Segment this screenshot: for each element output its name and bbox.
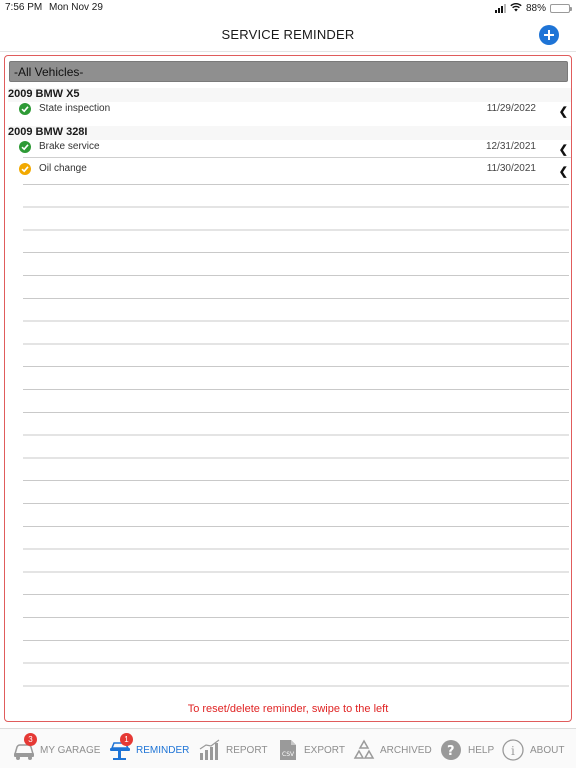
wifi-icon [510, 2, 522, 15]
notification-badge: 1 [120, 733, 133, 746]
nav-bar: SERVICE REMINDER [0, 16, 576, 52]
reminder-date: 11/30/2021 [486, 163, 536, 174]
svg-text:?: ? [447, 744, 455, 759]
check-circle-icon [19, 103, 31, 115]
check-circle-icon [19, 163, 31, 175]
vehicle-group-header: 2009 BMW 328I [8, 126, 571, 140]
tab-about[interactable]: i ABOUT [502, 737, 564, 763]
vehicle-group-header: 2009 BMW X5 [8, 88, 571, 102]
car-icon: 3 [12, 733, 37, 761]
battery-percent: 88% [525, 2, 546, 14]
bar-chart-icon [198, 739, 222, 761]
tab-label: REMINDER [136, 744, 190, 756]
car-lift-icon: 1 [108, 733, 133, 761]
reminder-row[interactable]: Oil change 11/30/2021 ❮ [19, 162, 571, 180]
empty-list-lines [23, 162, 569, 692]
vehicle-filter-select[interactable]: -All Vehicles- [9, 61, 568, 82]
reminder-row[interactable]: Brake service 12/31/2021 ❮ [19, 140, 571, 158]
csv-file-icon: CSV [276, 739, 300, 761]
tab-label: HELP [468, 744, 495, 756]
page-title: SERVICE REMINDER [221, 27, 355, 42]
chevron-left-icon[interactable]: ❮ [559, 105, 568, 118]
check-circle-icon [19, 141, 31, 153]
cellular-signal-icon [494, 3, 506, 13]
tab-label: MY GARAGE [40, 744, 101, 756]
vehicle-filter-value: -All Vehicles- [14, 65, 84, 79]
plus-circle-icon [544, 30, 554, 40]
tab-report[interactable]: REPORT [198, 737, 268, 763]
status-indicators: 88% [494, 1, 572, 15]
reminder-label: Brake service [39, 141, 100, 152]
recycle-icon [352, 739, 376, 761]
swipe-hint: To reset/delete reminder, swipe to the l… [187, 703, 389, 715]
tab-bar: 3 MY GARAGE 1 REMINDER REPORT CSV EXPORT… [0, 728, 576, 768]
question-circle-icon: ? [440, 739, 464, 761]
reminder-row[interactable]: State inspection 11/29/2022 ❮ [19, 102, 571, 120]
reminder-label: State inspection [39, 103, 111, 114]
tab-reminder[interactable]: 1 REMINDER [108, 733, 190, 763]
tab-my-garage[interactable]: 3 MY GARAGE [12, 733, 101, 763]
battery-icon [550, 3, 572, 13]
tab-archived[interactable]: ARCHIVED [352, 737, 432, 763]
status-date: Mon Nov 29 [49, 2, 103, 13]
reminder-date: 12/31/2021 [485, 141, 536, 152]
reminder-date: 11/29/2022 [486, 103, 536, 114]
tab-export[interactable]: CSV EXPORT [276, 737, 345, 763]
add-reminder-button[interactable] [539, 25, 559, 45]
status-time: 7:56 PM [5, 2, 43, 13]
tab-label: REPORT [226, 744, 268, 756]
chevron-left-icon[interactable]: ❮ [559, 143, 568, 156]
chevron-left-icon[interactable]: ❮ [559, 165, 568, 178]
tab-label: ARCHIVED [380, 744, 432, 756]
info-circle-icon: i [502, 739, 526, 761]
status-bar: 7:56 PM Mon Nov 29 88% [0, 0, 576, 16]
svg-text:i: i [511, 744, 515, 758]
row-divider [23, 157, 571, 158]
reminder-panel: -All Vehicles- 2009 BMW X5 State inspect… [4, 55, 572, 722]
svg-text:CSV: CSV [282, 751, 295, 758]
reminder-label: Oil change [39, 163, 87, 174]
tab-help[interactable]: ? HELP [440, 737, 494, 763]
tab-label: ABOUT [530, 744, 565, 756]
notification-badge: 3 [24, 733, 37, 746]
tab-label: EXPORT [304, 744, 345, 756]
